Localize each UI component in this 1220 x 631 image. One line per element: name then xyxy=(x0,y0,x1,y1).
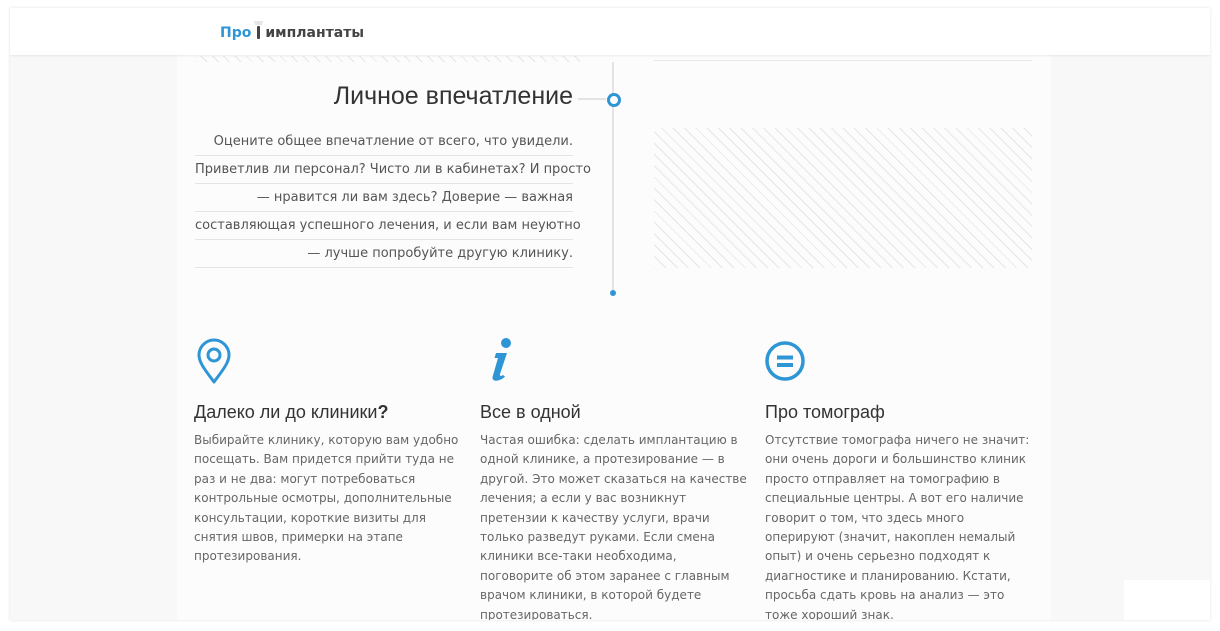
site-header: Про имплантаты xyxy=(10,8,1210,55)
location-pin-icon xyxy=(197,338,231,384)
timeline-node xyxy=(607,93,621,107)
feature-text: Отсутствие томографа ничего не значит: о… xyxy=(765,433,1030,620)
feature-title: Все в одной xyxy=(480,402,581,422)
timeline-dot xyxy=(610,290,616,296)
feature-distance: Далеко ли до клиники? Выбирайте клинику,… xyxy=(194,338,464,567)
site-logo[interactable]: Про имплантаты xyxy=(220,21,364,42)
logo-prefix: Про xyxy=(220,25,252,41)
feature-tomograph: Про томограф Отсутствие томографа ничего… xyxy=(765,338,1035,620)
info-icon xyxy=(492,338,511,381)
image-placeholder xyxy=(654,128,1032,268)
impression-title: Личное впечатление xyxy=(333,82,573,110)
impression-line: Приветлив ли персонал? Чисто ли в кабине… xyxy=(195,156,591,184)
feature-title-mark: ? xyxy=(377,402,389,422)
timeline-connector xyxy=(578,98,606,100)
implant-icon xyxy=(254,21,264,39)
impression-line: Оцените общее впечатление от всего, что … xyxy=(195,128,573,156)
feature-title-text: Далеко ли до клиники xyxy=(194,402,378,422)
feature-title: Про томограф xyxy=(765,402,885,422)
hatch-decoration-top xyxy=(195,56,580,62)
feature-all-in-one: Все в одной Частая ошибка: сделать импла… xyxy=(480,338,750,620)
divider xyxy=(654,60,1032,61)
feature-title: Далеко ли до клиники? xyxy=(194,402,464,423)
feature-text: Выбирайте клинику, которую вам удобно по… xyxy=(194,433,459,564)
equals-circle-icon xyxy=(765,341,805,381)
impression-text: Оцените общее впечатление от всего, что … xyxy=(195,128,591,268)
impression-line: составляющая успешного лечения, и если в… xyxy=(195,212,581,240)
page-frame: Про имплантаты Личное впечатление Оценит… xyxy=(10,8,1210,620)
impression-line: — нравится ли вам здесь? Доверие — важна… xyxy=(195,184,573,212)
corner-widget xyxy=(1124,580,1210,620)
logo-suffix: имплантаты xyxy=(265,25,364,41)
feature-text: Частая ошибка: сделать имплантацию в одн… xyxy=(480,433,747,620)
impression-line: — лучше попробуйте другую клинику. xyxy=(195,240,573,268)
